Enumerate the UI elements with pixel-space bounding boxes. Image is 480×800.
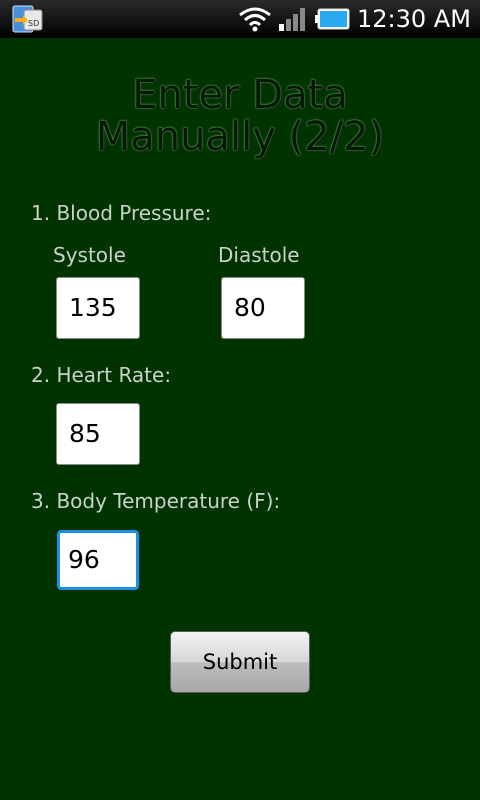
svg-text:SD: SD [28,19,39,28]
page-title: Enter Data Manually (2/2) [0,74,480,158]
body-temperature-input[interactable]: 96 [57,530,139,590]
wifi-icon [239,7,271,32]
heart-rate-label: 2. Heart Rate: [31,363,172,387]
systole-input[interactable]: 135 [56,277,140,339]
page-title-line2: Manually (2/2) [95,114,385,160]
sd-card-icon: SD [12,5,43,33]
body-temperature-label: 3. Body Temperature (F): [31,489,281,513]
diastole-input[interactable]: 80 [221,277,305,339]
clock: 12:30 AM [357,5,471,33]
battery-icon [315,8,350,30]
blood-pressure-label: 1. Blood Pressure: [31,201,212,225]
signal-icon [279,8,305,31]
diastole-label: Diastole [218,243,300,267]
page-title-line1: Enter Data [132,72,348,118]
status-bar: SD 12:30 AM [0,0,480,38]
systole-label: Systole [53,243,126,267]
submit-button[interactable]: Submit [170,631,310,693]
heart-rate-input[interactable]: 85 [56,403,140,465]
